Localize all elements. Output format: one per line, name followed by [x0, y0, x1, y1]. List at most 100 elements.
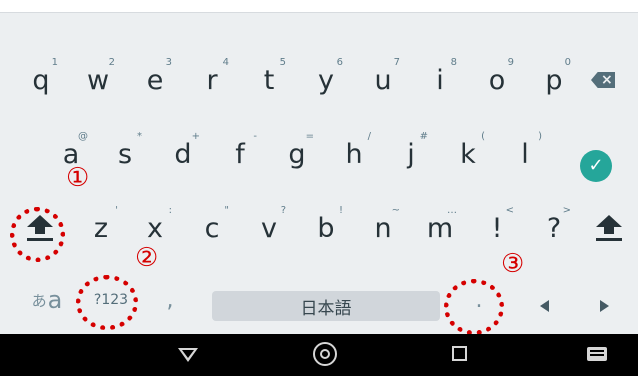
key-hint: 8	[450, 57, 457, 68]
key-n[interactable]: ~ n	[354, 199, 412, 257]
shift-underline	[596, 238, 622, 241]
key-w[interactable]: 2w	[69, 51, 127, 109]
space-bar[interactable]: 日本語	[212, 291, 440, 321]
comma-label: ,	[166, 287, 174, 313]
key-label: v	[261, 212, 277, 244]
key-label: h	[345, 138, 363, 170]
key-hint: 0	[564, 57, 571, 68]
key-c[interactable]: " c	[183, 199, 241, 257]
navigation-bar	[0, 334, 638, 376]
lang-small-label: あ	[31, 291, 47, 310]
key-hint: '	[115, 205, 118, 216]
key-label: s	[117, 138, 133, 170]
key-hint: @	[78, 131, 88, 142]
key-hint: =	[305, 131, 314, 142]
annotation-ring-2	[76, 275, 138, 330]
key-label: w	[86, 64, 110, 96]
space-label: 日本語	[300, 298, 352, 319]
key-label: y	[318, 64, 334, 96]
key-label: r	[206, 64, 218, 96]
key-label: u	[374, 64, 392, 96]
backspace-button[interactable]: ×	[574, 51, 632, 109]
key-hint: 5	[279, 57, 286, 68]
annotation-2: ②	[135, 243, 159, 273]
key-label: d	[174, 138, 192, 170]
key-hint: 1	[51, 57, 58, 68]
shift-stem	[604, 226, 614, 234]
recent-apps-icon[interactable]	[452, 346, 467, 361]
enter-button[interactable]: ✓	[580, 150, 612, 182]
key-f[interactable]: -f	[211, 125, 269, 183]
key-label: z	[93, 212, 109, 244]
key-y[interactable]: 6y	[297, 51, 355, 109]
key-hint: >	[562, 205, 571, 216]
key-o[interactable]: 9o	[468, 51, 526, 109]
key-hint: ~	[391, 205, 400, 216]
backspace-icon: ×	[591, 72, 615, 88]
key-hint: #	[419, 131, 428, 142]
annotation-1: ①	[66, 163, 90, 193]
key-label: e	[146, 64, 164, 96]
key-label: b	[317, 212, 335, 244]
key-h[interactable]: / h	[325, 125, 383, 183]
key-e[interactable]: 3e	[126, 51, 184, 109]
key-m[interactable]: … m	[411, 199, 469, 257]
key-hint: …	[447, 205, 457, 216]
key-label: q	[32, 64, 50, 96]
key-hint: *	[137, 131, 142, 142]
back-icon[interactable]	[178, 348, 198, 362]
key-label: l	[521, 138, 529, 170]
comma-key[interactable]: ,	[141, 271, 199, 329]
key-u[interactable]: 7u	[354, 51, 412, 109]
key-z[interactable]: ' z	[72, 199, 130, 257]
key-hint: !	[338, 205, 343, 216]
key-label: j	[407, 138, 415, 170]
key-l[interactable]: ) l	[496, 125, 554, 183]
top-strip	[0, 0, 638, 12]
annotation-ring-3	[444, 279, 504, 335]
key-label: m	[426, 212, 454, 244]
key-hint: "	[224, 205, 229, 216]
key-hint: +	[191, 131, 200, 142]
key-i[interactable]: 8i	[411, 51, 469, 109]
key-label: f	[235, 138, 245, 170]
left-arrow-icon[interactable]	[540, 300, 549, 312]
key-hint: :	[168, 205, 172, 216]
key-hint: 2	[108, 57, 115, 68]
key-b[interactable]: ! b	[297, 199, 355, 257]
key-v[interactable]: ? v	[240, 199, 298, 257]
key-label: o	[488, 64, 506, 96]
key-hint: 7	[393, 57, 400, 68]
annotation-3: ③	[501, 249, 525, 279]
right-arrow-icon[interactable]	[600, 300, 609, 312]
key-g[interactable]: = g	[268, 125, 326, 183]
key-label: t	[263, 64, 275, 96]
keyboard: 1q 2w 3e 4r 5t 6y 7u 8i 9o 0p × @ a * s + d…	[0, 12, 638, 335]
lang-main-label: a	[47, 286, 63, 314]
key-label: x	[147, 212, 163, 244]
key-t[interactable]: 5t	[240, 51, 298, 109]
key-hint: )	[538, 131, 542, 142]
key-question[interactable]: >?	[525, 199, 583, 257]
key-j[interactable]: # j	[382, 125, 440, 183]
key-label: i	[436, 64, 444, 96]
key-label: g	[288, 138, 306, 170]
shift-button-right[interactable]	[589, 207, 629, 249]
key-r[interactable]: 4r	[183, 51, 241, 109]
key-hint: 3	[165, 57, 172, 68]
keyboard-switch-icon[interactable]	[587, 347, 607, 361]
key-d[interactable]: + d	[154, 125, 212, 183]
key-s[interactable]: * s	[96, 125, 154, 183]
key-hint: -	[253, 131, 257, 142]
key-hint: 9	[507, 57, 514, 68]
key-hint: 4	[222, 57, 229, 68]
language-switch-button[interactable]: あ a	[18, 271, 76, 329]
home-icon[interactable]	[313, 342, 337, 366]
key-k[interactable]: (k	[439, 125, 497, 183]
key-hint: <	[505, 205, 514, 216]
annotation-ring-1	[10, 207, 65, 262]
key-hint: ?	[280, 205, 286, 216]
key-hint: 6	[336, 57, 343, 68]
key-q[interactable]: 1q	[12, 51, 70, 109]
key-label: p	[545, 64, 563, 96]
